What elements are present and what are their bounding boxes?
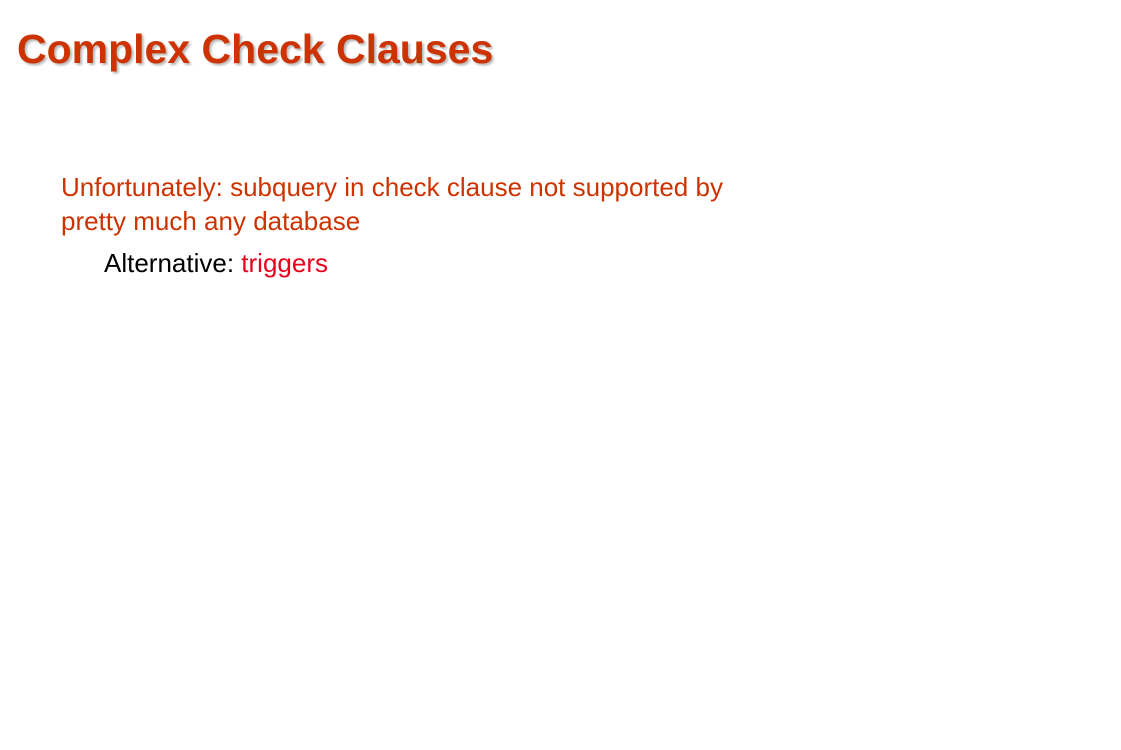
bullet-2-label: Alternative: bbox=[104, 248, 242, 278]
slide: Complex Check Clauses Unfortunately: sub… bbox=[0, 0, 1121, 750]
bullet-point-alternative: Alternative: triggers bbox=[104, 247, 328, 279]
slide-title: Complex Check Clauses bbox=[17, 26, 494, 72]
bullet-1-line-2: pretty much any database bbox=[61, 206, 361, 236]
bullet-1-line-1: Unfortunately: subquery in check clause … bbox=[61, 172, 723, 202]
bullet-point-unfortunately: Unfortunately: subquery in check clause … bbox=[61, 170, 801, 238]
bullet-2-highlight-triggers: triggers bbox=[241, 248, 328, 278]
